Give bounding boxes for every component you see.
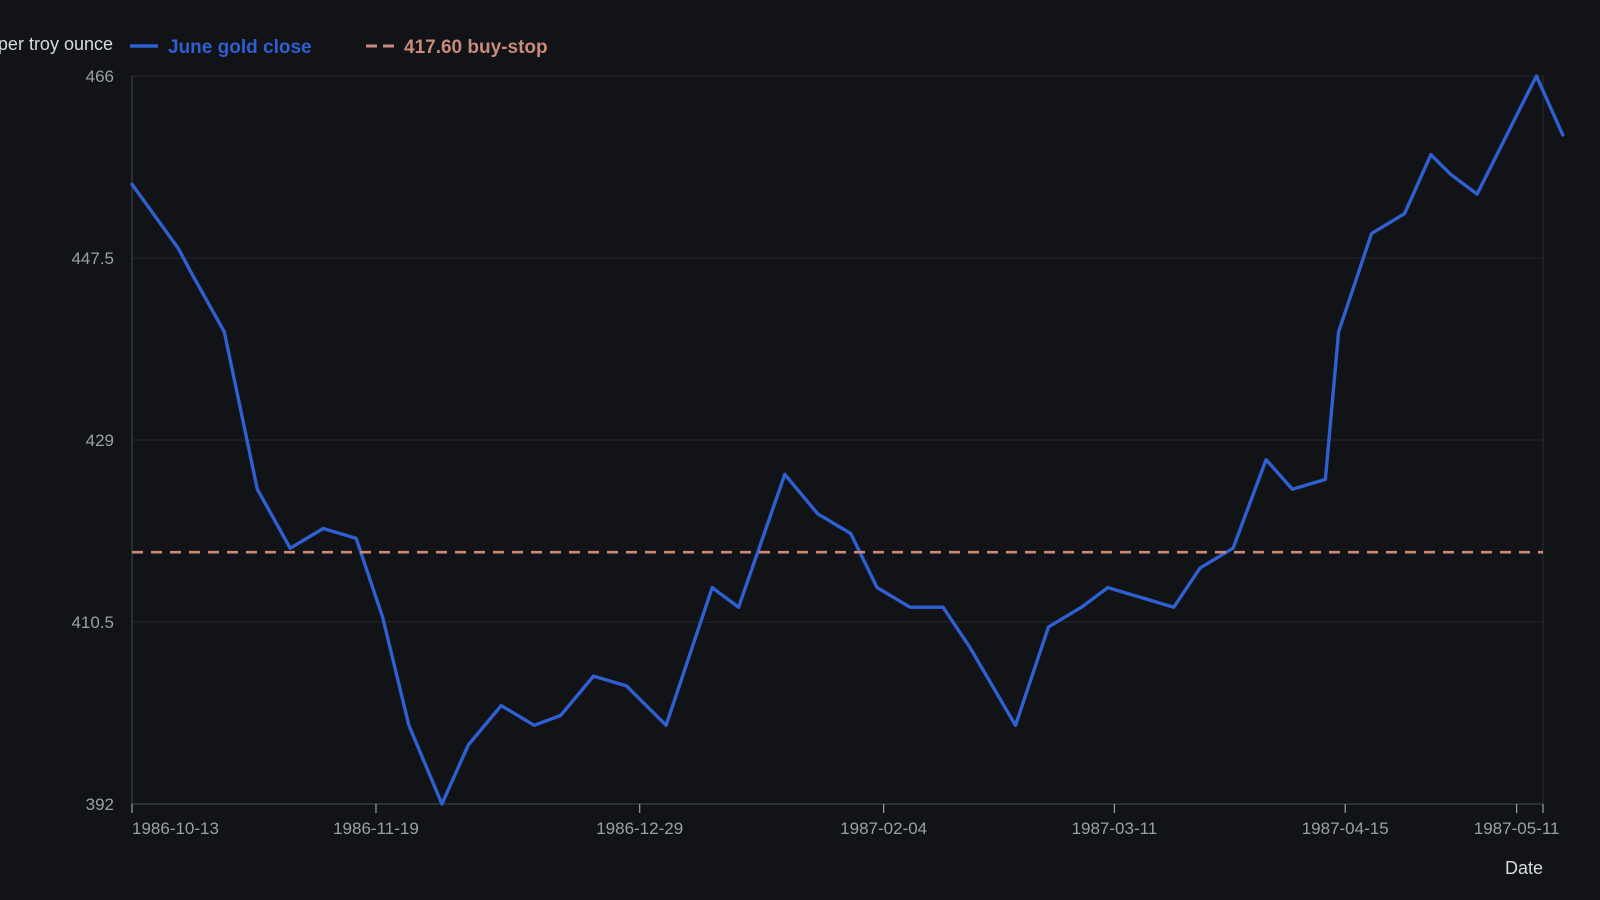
- x-tick-label: 1987-02-04: [840, 819, 927, 838]
- x-tick-label: 1987-04-15: [1302, 819, 1389, 838]
- gridlines: [132, 75, 1543, 805]
- x-tick-label: 1986-10-13: [132, 819, 219, 838]
- x-axis-label: Date: [1505, 858, 1543, 878]
- y-tick-label: 392: [86, 795, 114, 814]
- y-axis-ticks: 392 410.5 429 447.5 466: [71, 67, 114, 814]
- x-tick-label: 1986-12-29: [596, 819, 683, 838]
- y-tick-label: 447.5: [71, 249, 114, 268]
- legend-buy-stop-label: 417.60 buy-stop: [404, 37, 548, 58]
- y-tick-label: 410.5: [71, 613, 114, 632]
- y-axis-label: per troy ounce: [0, 34, 113, 54]
- gold-price-chart: 392 410.5 429 447.5 466 1986-10-13 1986-11-19…: [0, 34, 1565, 878]
- x-axis-ticks: 1986-10-13 1986-11-19 1986-12-29 1987-02-04…: [131, 804, 1560, 838]
- x-tick-label: 1987-05-11: [1474, 819, 1560, 838]
- y-tick-label: 466: [86, 67, 114, 86]
- y-tick-label: 429: [86, 431, 114, 450]
- legend: June gold close 417.60 buy-stop: [130, 37, 548, 58]
- x-tick-label: 1986-11-19: [333, 819, 419, 838]
- legend-gold-close-label: June gold close: [168, 37, 312, 58]
- x-tick-label: 1987-03-11: [1072, 819, 1158, 838]
